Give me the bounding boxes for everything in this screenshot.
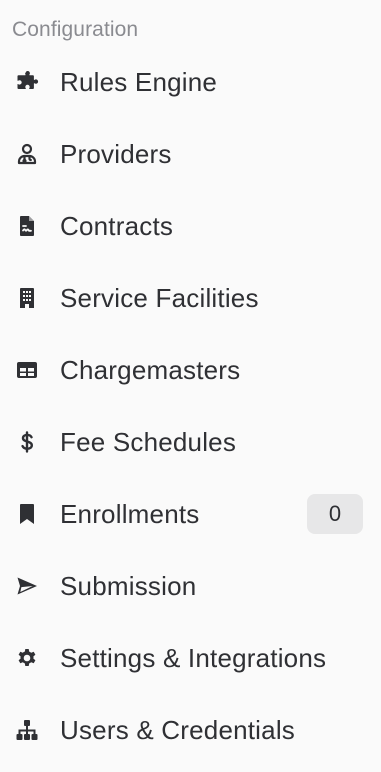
bookmark-icon [14, 501, 40, 527]
doctor-icon [14, 141, 40, 167]
menu-item-chargemasters[interactable]: Chargemasters [0, 334, 381, 406]
menu-item-label: Enrollments [60, 499, 200, 529]
sitemap-icon [14, 717, 40, 743]
puzzle-icon [14, 69, 40, 95]
menu-item-users-credentials[interactable]: Users & Credentials [0, 694, 381, 766]
menu-item-label: Providers [60, 139, 172, 169]
menu-item-submission[interactable]: Submission [0, 550, 381, 622]
menu-item-settings-integrations[interactable]: Settings & Integrations [0, 622, 381, 694]
menu-item-label: Service Facilities [60, 283, 259, 313]
table-icon [14, 357, 40, 383]
dollar-icon [14, 429, 40, 455]
menu-item-fee-schedules[interactable]: Fee Schedules [0, 406, 381, 478]
menu-item-label: Rules Engine [60, 67, 218, 97]
gear-icon [14, 645, 40, 671]
menu-item-providers[interactable]: Providers [0, 118, 381, 190]
enrollments-count-badge: 0 [307, 494, 363, 534]
menu-item-label: Submission [60, 571, 197, 601]
building-icon [14, 285, 40, 311]
contract-file-icon [14, 213, 40, 239]
menu-item-label: Settings & Integrations [60, 643, 327, 673]
menu-item-enrollments[interactable]: Enrollments 0 [0, 478, 381, 550]
menu-item-contracts[interactable]: Contracts [0, 190, 381, 262]
menu-item-label: Users & Credentials [60, 715, 295, 745]
menu-item-rules-engine[interactable]: Rules Engine [0, 46, 381, 118]
menu-item-label: Chargemasters [60, 355, 241, 385]
menu-item-service-facilities[interactable]: Service Facilities [0, 262, 381, 334]
send-icon [14, 573, 40, 599]
configuration-menu: Rules Engine Providers Contracts Service… [0, 46, 381, 766]
menu-item-label: Fee Schedules [60, 427, 237, 457]
menu-item-label: Contracts [60, 211, 174, 241]
section-title: Configuration [12, 18, 139, 41]
